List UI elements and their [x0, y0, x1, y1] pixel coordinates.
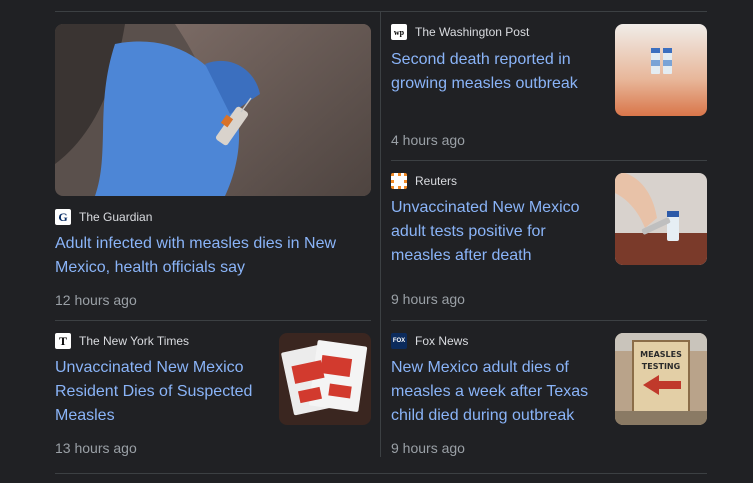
- source-name: The Washington Post: [415, 25, 530, 39]
- svg-text:TESTING: TESTING: [642, 362, 680, 371]
- vaccination-photo[interactable]: [55, 24, 371, 196]
- timestamp: 4 hours ago: [391, 132, 465, 148]
- timestamp: 9 hours ago: [391, 440, 465, 456]
- washington-post-logo-icon: wp: [391, 24, 407, 40]
- news-card-nyt[interactable]: T The New York Times Unvaccinated New Me…: [55, 333, 371, 463]
- nyt-logo-icon: T: [55, 333, 71, 349]
- right-row-divider-1: [391, 160, 707, 161]
- reuters-logo-icon: [391, 173, 407, 189]
- source-row: G The Guardian: [55, 209, 152, 225]
- headline-link[interactable]: Second death reported in growing measles…: [391, 48, 596, 96]
- source-row: Reuters: [391, 173, 457, 189]
- svg-text:MEASLES: MEASLES: [640, 350, 682, 359]
- headline-link[interactable]: Adult infected with measles dies in New …: [55, 232, 355, 280]
- source-row: wp The Washington Post: [391, 24, 529, 40]
- source-name: Reuters: [415, 174, 458, 188]
- news-card-fox-news[interactable]: FOX Fox News New Mexico adult dies of me…: [391, 333, 707, 463]
- measles-testing-sign-photo[interactable]: MEASLES TESTING: [615, 333, 707, 425]
- source-name: Fox News: [415, 334, 469, 348]
- headline-link[interactable]: New Mexico adult dies of measles a week …: [391, 356, 596, 428]
- headline-link[interactable]: Unvaccinated New Mexico Resident Dies of…: [55, 356, 260, 428]
- column-divider: [380, 12, 381, 457]
- right-row-divider-2: [391, 320, 707, 321]
- source-row: FOX Fox News: [391, 333, 468, 349]
- vaccine-syringe-photo[interactable]: [615, 173, 707, 265]
- fox-news-logo-icon: FOX: [391, 333, 407, 349]
- news-card-reuters[interactable]: Reuters Unvaccinated New Mexico adult te…: [391, 173, 707, 313]
- bottom-divider: [55, 473, 707, 474]
- headline-link[interactable]: Unvaccinated New Mexico adult tests posi…: [391, 196, 596, 268]
- news-card-washington-post[interactable]: wp The Washington Post Second death repo…: [391, 24, 707, 154]
- left-row-divider: [55, 320, 371, 321]
- timestamp: 12 hours ago: [55, 292, 137, 308]
- top-divider: [55, 11, 707, 12]
- news-card-guardian[interactable]: G The Guardian Adult infected with measl…: [55, 24, 371, 314]
- biohazard-bags-photo[interactable]: [279, 333, 371, 425]
- source-row: T The New York Times: [55, 333, 189, 349]
- timestamp: 9 hours ago: [391, 291, 465, 307]
- timestamp: 13 hours ago: [55, 440, 137, 456]
- guardian-logo-icon: G: [55, 209, 71, 225]
- source-name: The Guardian: [79, 210, 153, 224]
- vaccine-vials-photo[interactable]: [615, 24, 707, 116]
- source-name: The New York Times: [79, 334, 190, 348]
